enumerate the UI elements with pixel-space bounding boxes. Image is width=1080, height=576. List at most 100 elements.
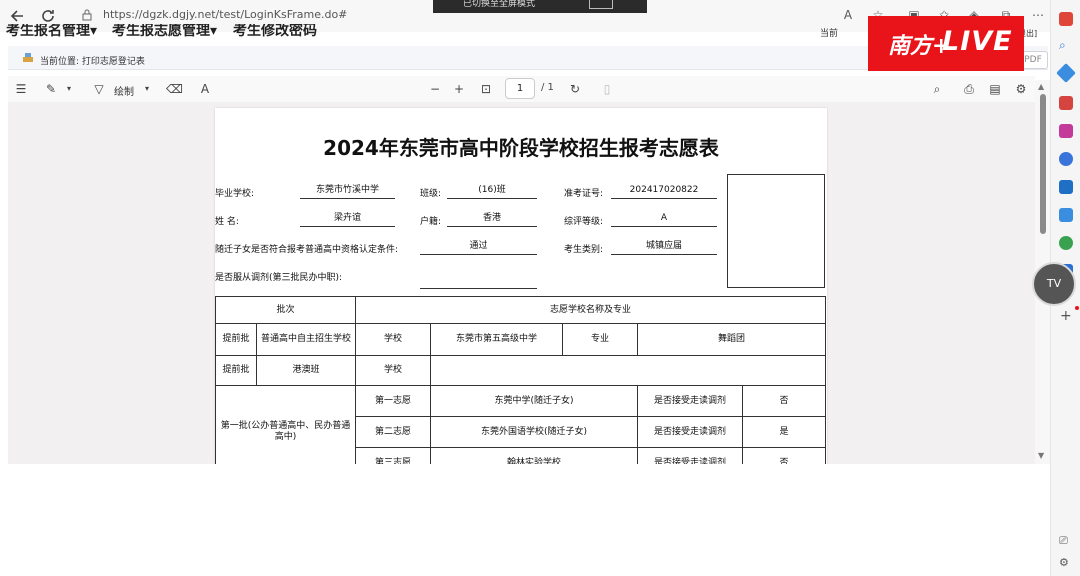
location-icon (22, 51, 34, 63)
tv-button[interactable]: TV (1032, 262, 1076, 306)
wish-school: 翰林实验学校 (430, 447, 639, 464)
grade-label: 综评等级: (564, 217, 604, 227)
wish-adjust: 否 (742, 447, 827, 464)
wish-order: 第三志愿 (355, 447, 432, 464)
header-wish: 志愿学校名称及专业 (355, 296, 827, 324)
header-user-info: 当前 (820, 29, 839, 39)
wish-adjust-label: 是否接受走读调剂 (637, 385, 744, 417)
category-label: 考生类别: (564, 245, 604, 255)
name-value: 梁卉谊 (300, 212, 395, 227)
wish-school: 东莞中学(随迁子女) (430, 385, 639, 417)
hukou-label: 户籍: (420, 217, 442, 227)
draw-icon[interactable]: ▽ (92, 81, 106, 97)
screenshot-icon[interactable]: ⎚ (1059, 534, 1068, 548)
refresh-icon[interactable] (38, 6, 58, 26)
telegram-icon[interactable] (1059, 208, 1073, 222)
toast-text: 已切换至全屏模式 (463, 0, 536, 9)
eraser-icon[interactable]: ⌫ (166, 81, 183, 97)
wish-order: 第一志愿 (355, 385, 432, 417)
wish-adjust-label: 是否接受走读调剂 (637, 447, 744, 464)
adjust-label: 是否服从调剂(第三批民办中职): (215, 273, 343, 283)
pdf-page: 2024年东莞市高中阶段学校招生报考志愿表 毕业学校: 东莞市竹溪中学 班级: … (215, 108, 827, 464)
toolbox-icon[interactable] (1059, 96, 1073, 110)
chevron-down-icon[interactable]: ▾ (142, 81, 152, 97)
migrant-value: 通过 (420, 240, 537, 255)
early1-type: 普通高中自主招生学校 (255, 323, 357, 356)
early1-major-label: 专业 (562, 323, 639, 356)
notification-dot (1075, 306, 1079, 310)
scroll-thumb[interactable] (1040, 94, 1046, 234)
fit-page-icon[interactable]: ⊡ (478, 81, 494, 97)
batch1-name: 第一批(公办普通高中、民办普通高中) (215, 385, 357, 464)
early1-school-label: 学校 (355, 323, 432, 356)
menu-registration[interactable]: 考生报名管理▾ (6, 24, 97, 42)
search-icon[interactable]: ⌕ (930, 81, 944, 97)
page-title: 2024年东莞市高中阶段学校招生报考志愿表 (323, 136, 719, 160)
zoom-out-icon[interactable]: − (428, 81, 442, 97)
blank-area (0, 464, 1050, 576)
read-aloud-icon[interactable]: A (840, 7, 856, 23)
category-value: 城镇应届 (611, 240, 717, 255)
rotate-icon[interactable]: ↻ (568, 81, 582, 97)
grade-value: A (611, 212, 717, 227)
highlight-icon[interactable]: ✎ (44, 81, 58, 97)
text-icon[interactable]: A (198, 81, 212, 97)
two-page-icon[interactable]: ▯ (600, 81, 614, 97)
copilot-icon[interactable] (1059, 152, 1073, 166)
adjust-value (420, 274, 537, 289)
class-value: (16)班 (447, 184, 537, 199)
search-icon[interactable]: ⌕ (1059, 38, 1066, 53)
wish-adjust: 是 (742, 416, 827, 448)
early2-school-label: 学校 (355, 355, 432, 386)
chevron-down-icon[interactable]: ▾ (64, 81, 74, 97)
page-number-input[interactable]: 1 (505, 78, 535, 99)
sidebar-app-icon[interactable] (1059, 12, 1073, 26)
wish-table: 批次 志愿学校名称及专业 提前批 普通高中自主招生学校 学校 东莞市第五高级中学… (215, 296, 827, 464)
save-icon[interactable]: ▤ (988, 81, 1002, 97)
migrant-label: 随迁子女是否符合报考普通高中资格认定条件: (215, 245, 399, 255)
print-icon[interactable]: ⎙ (962, 81, 976, 97)
menu-change-password[interactable]: 考生修改密码 (233, 24, 317, 42)
settings-icon[interactable]: ⚙ (1059, 556, 1069, 569)
early1-batch: 提前批 (215, 323, 257, 356)
wish-order: 第二志愿 (355, 416, 432, 448)
back-icon[interactable] (8, 6, 28, 26)
lock-icon[interactable] (82, 9, 92, 21)
wish-school: 东莞外国语学校(随迁子女) (430, 416, 639, 448)
exam-no-label: 准考证号: (564, 189, 604, 199)
scroll-down-icon[interactable]: ▼ (1038, 451, 1044, 460)
logo-text-live: LIVE (942, 26, 1013, 57)
settings-icon[interactable]: ⚙ (1014, 81, 1028, 97)
more-icon[interactable]: ⋯ (1030, 7, 1046, 23)
fullscreen-toast: 已切换至全屏模式 (433, 0, 647, 13)
hukou-value: 香港 (447, 212, 537, 227)
school-label: 毕业学校: (215, 189, 255, 199)
add-icon[interactable]: + (1060, 308, 1072, 324)
zoom-in-icon[interactable]: + (452, 81, 466, 97)
nanfang-live-logo: 南方+ LIVE (868, 16, 1024, 71)
school-value: 东莞市竹溪中学 (300, 184, 395, 199)
early2-type: 港澳班 (255, 355, 357, 386)
breadcrumb: 当前位置: 打印志愿登记表 (40, 57, 145, 67)
toast-exit-button[interactable] (589, 0, 613, 9)
early1-major: 舞蹈团 (637, 323, 827, 356)
early2-school (430, 355, 827, 386)
early2-batch: 提前批 (215, 355, 257, 386)
exam-no-value: 202417020822 (611, 184, 717, 199)
scroll-up-icon[interactable]: ▲ (1038, 82, 1044, 91)
photo-box (727, 174, 825, 288)
games-icon[interactable] (1059, 124, 1073, 138)
menu-wish-management[interactable]: 考生报志愿管理▾ (112, 24, 217, 42)
name-label: 姓 名: (215, 217, 239, 227)
early1-school: 东莞市第五高级中学 (430, 323, 564, 356)
class-label: 班级: (420, 189, 442, 199)
outlook-icon[interactable] (1059, 180, 1073, 194)
draw-label[interactable]: 绘制 (114, 83, 134, 98)
wish-adjust: 否 (742, 385, 827, 417)
page-total: / 1 (541, 82, 554, 93)
tree-icon[interactable] (1059, 236, 1073, 250)
header-batch: 批次 (215, 296, 357, 324)
url-bar[interactable]: https://dgzk.dgjy.net/test/LoginKsFrame.… (103, 8, 347, 21)
contents-icon[interactable]: ☰ (14, 81, 28, 97)
wish-adjust-label: 是否接受走读调剂 (637, 416, 744, 448)
